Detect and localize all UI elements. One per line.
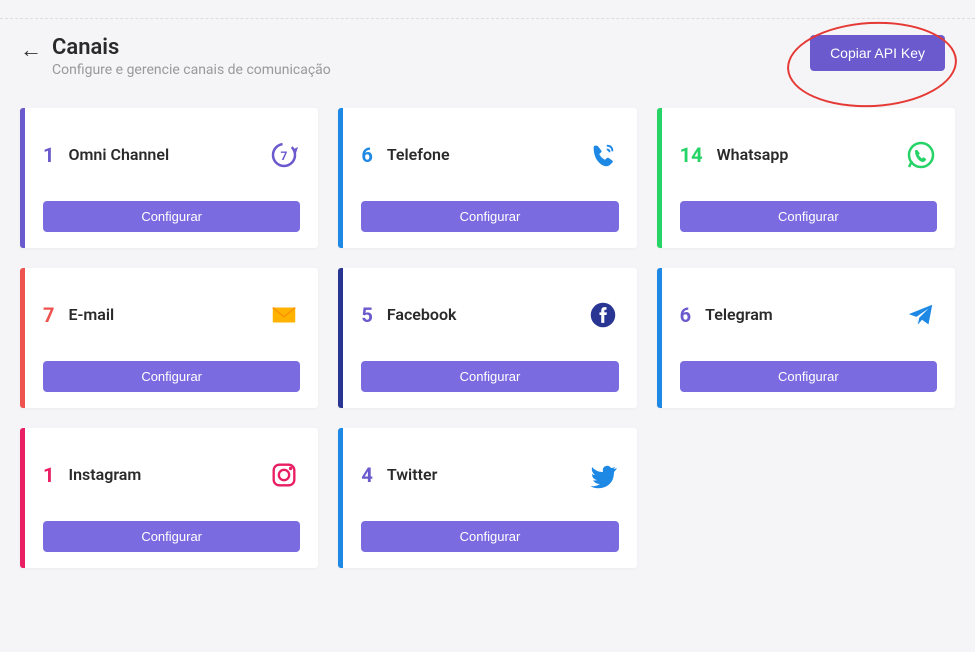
main-content: 1 Omni Channel 7 Configurar 6 Telefone Configu…: [0, 78, 975, 588]
card-body: 5 Facebook Configurar: [343, 268, 636, 408]
email-icon: [268, 299, 300, 331]
channel-name: Facebook: [387, 305, 457, 324]
page-title: Canais: [52, 35, 331, 60]
channel-card: 14 Whatsapp Configurar: [657, 108, 955, 248]
card-body: 14 Whatsapp Configurar: [662, 108, 955, 248]
facebook-icon: [587, 299, 619, 331]
card-top: 4 Twitter: [361, 446, 618, 503]
channel-name: Twitter: [387, 465, 438, 484]
card-top: 6 Telegram: [680, 286, 937, 343]
channel-card: 1 Instagram Configurar: [20, 428, 318, 568]
card-body: 7 E-mail Configurar: [25, 268, 318, 408]
configure-button[interactable]: Configurar: [680, 361, 937, 392]
card-info: 1 Instagram: [43, 463, 141, 487]
channel-count: 14: [680, 143, 703, 167]
card-top: 14 Whatsapp: [680, 126, 937, 183]
instagram-icon: [268, 459, 300, 491]
title-group: Canais Configure e gerencie canais de co…: [52, 35, 331, 78]
card-info: 7 E-mail: [43, 303, 114, 327]
channel-name: E-mail: [68, 305, 114, 324]
configure-button[interactable]: Configurar: [43, 201, 300, 232]
svg-text:7: 7: [281, 149, 288, 163]
channels-grid: 1 Omni Channel 7 Configurar 6 Telefone Configu…: [20, 108, 955, 568]
header-left: ← Canais Configure e gerencie canais de …: [20, 35, 331, 78]
card-body: 6 Telefone Configurar: [343, 108, 636, 248]
card-body: 4 Twitter Configurar: [343, 428, 636, 568]
channel-card: 1 Omni Channel 7 Configurar: [20, 108, 318, 248]
card-info: 6 Telegram: [680, 303, 773, 327]
channel-count: 1: [43, 143, 54, 167]
card-top: 5 Facebook: [361, 286, 618, 343]
card-body: 6 Telegram Configurar: [662, 268, 955, 408]
card-info: 1 Omni Channel: [43, 143, 169, 167]
card-body: 1 Omni Channel 7 Configurar: [25, 108, 318, 248]
page-header: ← Canais Configure e gerencie canais de …: [0, 19, 975, 78]
card-body: 1 Instagram Configurar: [25, 428, 318, 568]
telegram-icon: [905, 299, 937, 331]
channel-count: 6: [680, 303, 691, 327]
channel-count: 5: [361, 303, 372, 327]
configure-button[interactable]: Configurar: [361, 201, 618, 232]
back-arrow-icon[interactable]: ←: [20, 37, 42, 63]
configure-button[interactable]: Configurar: [680, 201, 937, 232]
channel-name: Omni Channel: [68, 145, 169, 164]
twitter-icon: [587, 459, 619, 491]
copy-api-key-button[interactable]: Copiar API Key: [810, 35, 945, 71]
configure-button[interactable]: Configurar: [43, 521, 300, 552]
channel-card: 4 Twitter Configurar: [338, 428, 636, 568]
channel-card: 6 Telefone Configurar: [338, 108, 636, 248]
configure-button[interactable]: Configurar: [43, 361, 300, 392]
omni-icon: 7: [268, 139, 300, 171]
channel-card: 6 Telegram Configurar: [657, 268, 955, 408]
channel-name: Instagram: [68, 465, 141, 484]
card-info: 14 Whatsapp: [680, 143, 789, 167]
card-top: 1 Omni Channel 7: [43, 126, 300, 183]
channel-count: 6: [361, 143, 372, 167]
card-info: 6 Telefone: [361, 143, 449, 167]
configure-button[interactable]: Configurar: [361, 521, 618, 552]
channel-name: Telegram: [705, 305, 773, 324]
card-info: 4 Twitter: [361, 463, 437, 487]
channel-count: 4: [361, 463, 372, 487]
card-top: 7 E-mail: [43, 286, 300, 343]
card-top: 1 Instagram: [43, 446, 300, 503]
channel-count: 7: [43, 303, 54, 327]
channel-name: Telefone: [387, 145, 450, 164]
page-subtitle: Configure e gerencie canais de comunicaç…: [52, 62, 331, 78]
whatsapp-icon: [905, 139, 937, 171]
channel-count: 1: [43, 463, 54, 487]
card-top: 6 Telefone: [361, 126, 618, 183]
card-info: 5 Facebook: [361, 303, 456, 327]
phone-icon: [587, 139, 619, 171]
channel-card: 5 Facebook Configurar: [338, 268, 636, 408]
channel-name: Whatsapp: [717, 145, 789, 164]
configure-button[interactable]: Configurar: [361, 361, 618, 392]
channel-card: 7 E-mail Configurar: [20, 268, 318, 408]
